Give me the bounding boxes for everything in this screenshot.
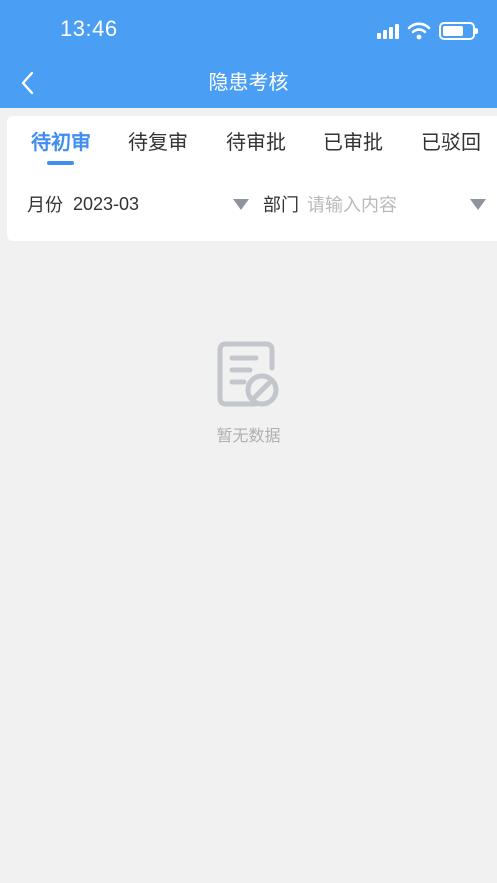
month-dropdown-arrow-icon[interactable]	[233, 199, 249, 210]
department-label: 部门	[263, 195, 299, 216]
department-dropdown-arrow-icon[interactable]	[470, 199, 486, 210]
department-input[interactable]: 请输入内容	[307, 191, 397, 217]
page-title: 隐患考核	[208, 70, 289, 94]
cellular-signal-icon	[377, 23, 399, 39]
no-data-document-icon	[217, 341, 278, 407]
tab-pending-re-review[interactable]: 待复审	[128, 128, 188, 156]
battery-icon	[439, 22, 478, 40]
active-tab-indicator	[47, 161, 74, 165]
month-value: 2023-03	[73, 193, 140, 214]
filter-card: 待初审 待复审 待审批 已审批 已驳回 月份 2023-03 部门 请输入内容	[7, 116, 497, 241]
month-selector[interactable]: 月份 2023-03	[27, 190, 139, 218]
department-field[interactable]: 部门 请输入内容	[263, 190, 397, 218]
empty-state: 暂无数据	[0, 340, 497, 446]
app-header: 13:46 隐患考核	[0, 0, 497, 108]
month-label: 月份	[27, 195, 63, 216]
status-time: 13:46	[60, 16, 118, 41]
status-tabs: 待初审 待复审 待审批 已审批 已驳回	[7, 116, 497, 172]
status-icons	[377, 20, 478, 42]
empty-state-text: 暂无数据	[216, 426, 281, 445]
tab-pending-approval[interactable]: 待审批	[226, 128, 286, 156]
tab-approved[interactable]: 已审批	[323, 128, 383, 156]
wifi-icon	[407, 22, 431, 40]
tab-pending-initial-review[interactable]: 待初审	[31, 128, 91, 156]
tab-rejected[interactable]: 已驳回	[421, 128, 481, 156]
